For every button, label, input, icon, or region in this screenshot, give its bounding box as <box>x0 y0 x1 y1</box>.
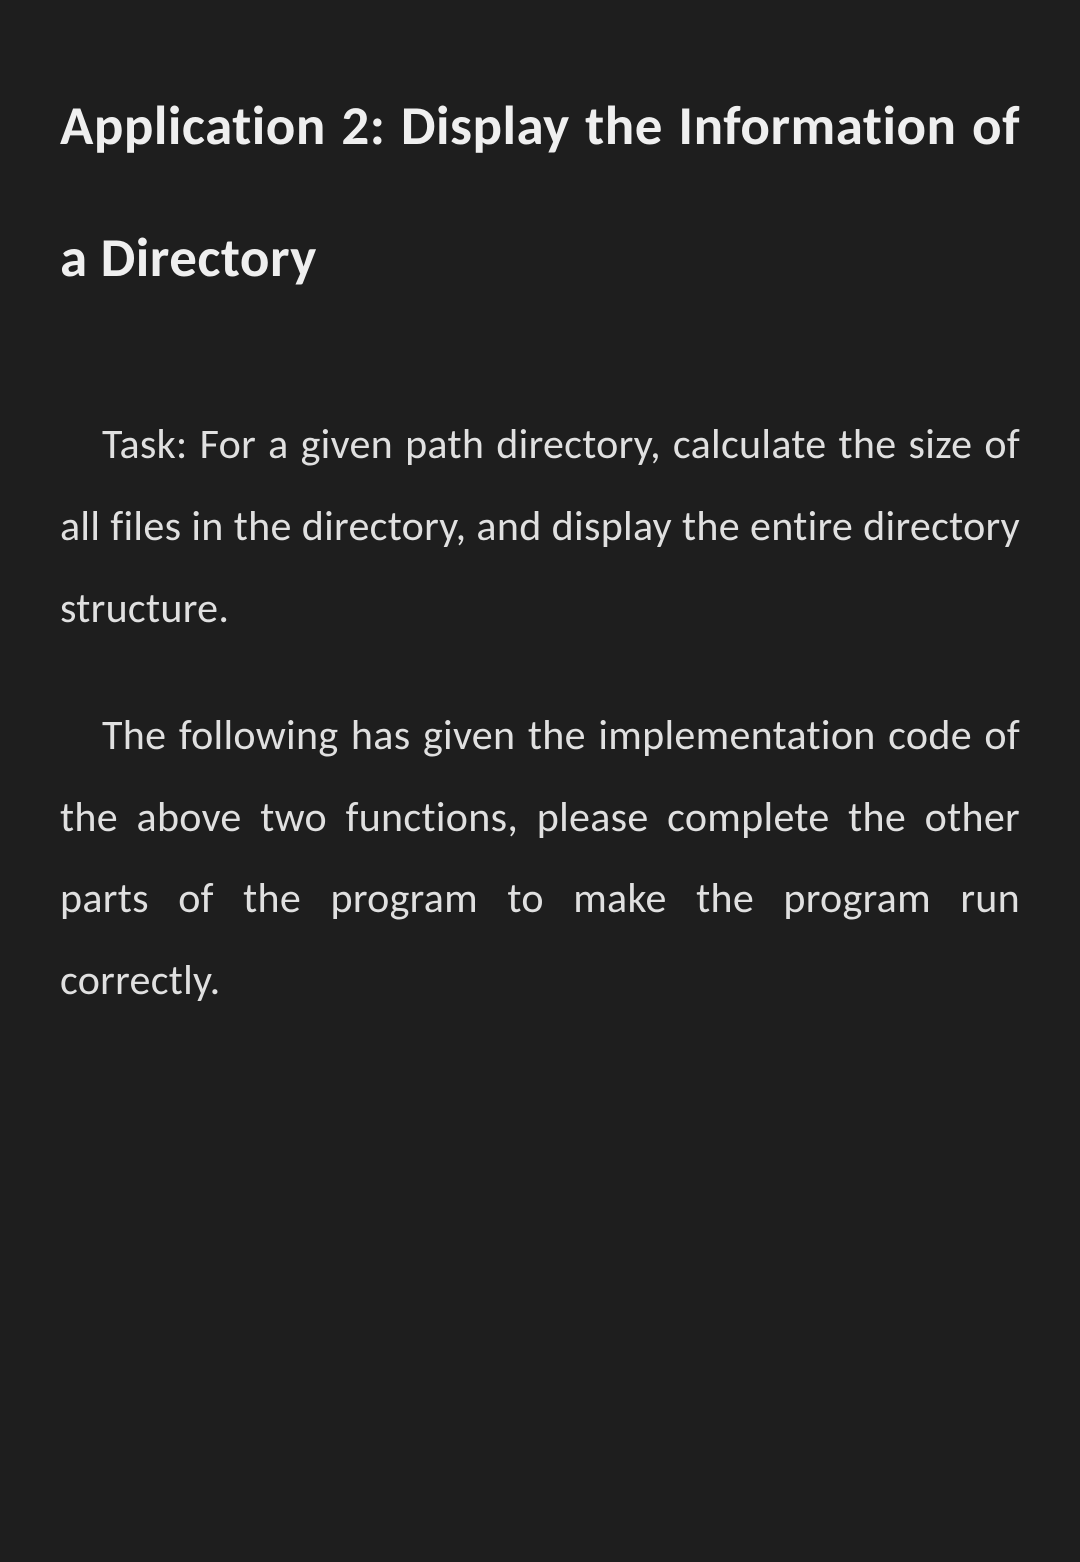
document-container: Application 2: Display the Information o… <box>0 0 1080 1562</box>
section-heading: Application 2: Display the Information o… <box>60 60 1020 324</box>
task-paragraph: Task: For a given path directory, calcul… <box>60 404 1020 650</box>
instruction-paragraph: The following has given the implementati… <box>60 695 1020 1023</box>
